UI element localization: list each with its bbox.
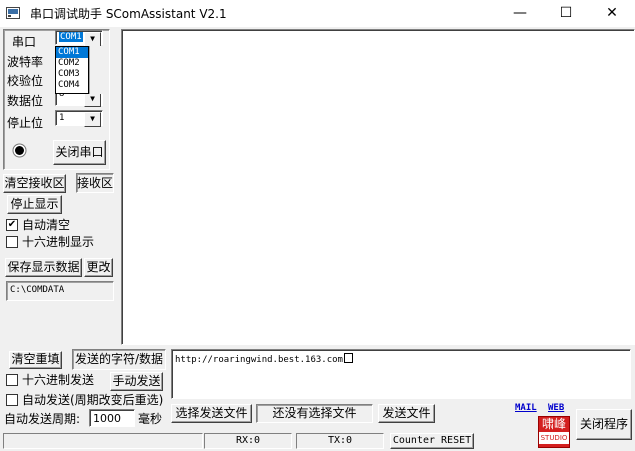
save-data-button[interactable]: 保存显示数据 (5, 258, 82, 277)
close-program-button[interactable]: 关闭程序 (576, 409, 632, 440)
send-file-button[interactable]: 发送文件 (378, 404, 435, 423)
status-indicator-icon (12, 143, 27, 158)
port-option[interactable]: COM4 (56, 80, 88, 91)
chevron-down-icon[interactable]: ▼ (84, 32, 101, 47)
stopbits-select[interactable]: 1 ▼ (55, 110, 103, 127)
port-dropdown-list[interactable]: COM1 COM2 COM3 COM4 (55, 46, 89, 94)
close-icon: ✕ (606, 5, 618, 21)
maximize-button[interactable]: ☐ (543, 0, 589, 27)
web-link[interactable]: WEB (548, 403, 564, 413)
stop-display-button[interactable]: 停止显示 (7, 195, 62, 214)
auto-clear-checkbox[interactable]: ✔ (6, 219, 18, 231)
rx-counter: RX:0 (204, 433, 292, 449)
auto-clear-label: 自动清空 (22, 218, 71, 232)
minimize-icon: — (513, 5, 527, 21)
hex-display-checkbox[interactable] (6, 236, 18, 248)
chevron-down-icon[interactable]: ▼ (84, 112, 101, 127)
parity-label: 校验位 (7, 74, 44, 88)
select-send-file-button[interactable]: 选择发送文件 (171, 404, 252, 423)
manual-send-button[interactable]: 手动发送 (110, 372, 163, 391)
port-option[interactable]: COM3 (56, 69, 88, 80)
port-label: 串口 (12, 35, 37, 49)
save-path-display: C:\COMDATA (6, 281, 114, 301)
text-cursor (343, 353, 353, 363)
stopbits-label: 停止位 (7, 116, 44, 130)
port-option[interactable]: COM2 (56, 58, 88, 69)
clear-receive-button[interactable]: 清空接收区 (3, 174, 66, 193)
hex-send-checkbox[interactable] (6, 374, 18, 386)
chevron-down-icon[interactable]: ▼ (84, 92, 101, 107)
title-bar[interactable]: 串口调试助手 SComAssistant V2.1 — ☐ ✕ (0, 0, 635, 27)
hex-send-label: 十六进制发送 (22, 373, 95, 387)
maximize-icon: ☐ (559, 5, 573, 21)
minimize-button[interactable]: — (497, 0, 543, 27)
send-textarea[interactable]: http://roaringwind.best.163.com (171, 349, 631, 399)
change-path-button[interactable]: 更改 (84, 258, 113, 277)
app-icon (6, 7, 20, 19)
clear-resend-button[interactable]: 清空重填 (9, 351, 62, 369)
period-unit: 毫秒 (138, 412, 163, 426)
port-option[interactable]: COM1 (56, 47, 88, 58)
receive-textarea[interactable] (121, 29, 635, 345)
period-input[interactable]: 1000 (89, 409, 135, 427)
tx-counter: TX:0 (296, 433, 384, 449)
port-select-value: COM1 (59, 32, 83, 42)
stopbits-select-value: 1 (59, 113, 65, 123)
auto-send-label: 自动发送(周期改变后重选) (22, 393, 164, 407)
auto-send-checkbox[interactable] (6, 394, 18, 406)
counter-reset-button[interactable]: Counter RESET (390, 433, 474, 449)
send-chars-label: 发送的字符/数据 (72, 349, 166, 370)
file-status-label: 还没有选择文件 (256, 404, 373, 423)
logo-subtext: STUDIO (539, 432, 569, 444)
dropdown-scrollbar[interactable] (89, 46, 104, 94)
period-label: 自动发送周期: (4, 412, 81, 426)
hex-display-label: 十六进制显示 (22, 235, 95, 249)
window-title: 串口调试助手 SComAssistant V2.1 (30, 7, 227, 21)
baud-label: 波特率 (7, 55, 44, 69)
studio-logo: 啸峰 STUDIO (538, 416, 570, 448)
logo-text: 啸峰 (541, 417, 566, 431)
port-select[interactable]: COM1 ▼ (55, 30, 103, 47)
status-segment-blank (3, 433, 203, 449)
mail-link[interactable]: MAIL (515, 403, 537, 413)
send-text: http://roaringwind.best.163.com (175, 355, 343, 365)
close-button[interactable]: ✕ (589, 0, 635, 27)
close-port-button[interactable]: 关闭串口 (53, 140, 106, 165)
databits-label: 数据位 (7, 94, 44, 108)
receive-area-label: 接收区 (76, 173, 114, 193)
